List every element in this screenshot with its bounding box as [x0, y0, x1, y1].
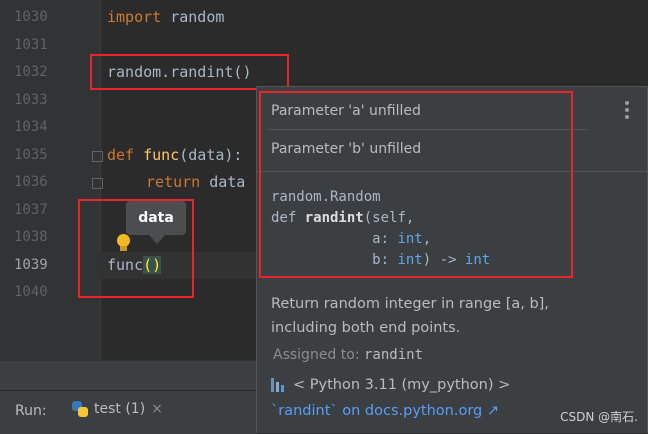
parameter-hint-tooltip: data	[126, 201, 186, 235]
code-line-return[interactable]: return data	[146, 169, 245, 196]
code-text: data	[200, 173, 246, 191]
tooltip-pointer	[149, 235, 165, 244]
sdk-info: < Python 3.11 (my_python) >	[271, 377, 510, 393]
code-line-import[interactable]: import random	[107, 4, 224, 31]
python-icon	[72, 401, 88, 417]
external-docs-link[interactable]: `randint` on docs.python.org ↗	[271, 403, 499, 419]
line-number: 1033	[14, 92, 48, 108]
run-label: Run:	[15, 403, 47, 419]
assigned-to: Assigned to: randint	[273, 347, 423, 363]
code-line-def-func[interactable]: def func(data):	[107, 142, 242, 169]
code-text: (data):	[179, 146, 243, 164]
more-options-icon[interactable]	[625, 101, 629, 119]
line-number: 1038	[14, 229, 48, 245]
line-number-current: 1039	[14, 257, 48, 273]
library-icon	[271, 378, 287, 392]
assigned-label: Assigned to:	[273, 347, 360, 363]
annotation-box-randint	[90, 54, 289, 90]
run-tool-window-bar: Run: test (1) ×	[0, 390, 256, 434]
line-number: 1031	[14, 37, 48, 53]
fold-toggle-icon[interactable]	[92, 151, 103, 162]
run-tab-label: test (1)	[94, 401, 146, 417]
line-number: 1040	[14, 284, 48, 300]
annotation-box-popup	[259, 91, 573, 278]
quick-documentation-popup: Parameter 'a' unfilled Parameter 'b' unf…	[256, 86, 648, 433]
docstring: Return random integer in range [a, b], i…	[271, 296, 549, 336]
line-number: 1037	[14, 202, 48, 218]
keyword: import	[107, 8, 162, 26]
editor-bottom-strip	[0, 360, 256, 391]
python-version: < Python 3.11 (my_python) >	[293, 377, 511, 393]
close-icon[interactable]: ×	[151, 401, 163, 417]
line-number: 1030	[14, 9, 48, 25]
fold-end-icon[interactable]	[92, 178, 103, 189]
lightbulb-base	[120, 246, 127, 251]
line-number: 1034	[14, 119, 48, 135]
line-number: 1035	[14, 147, 48, 163]
assigned-value: randint	[364, 347, 424, 363]
line-number: 1032	[14, 64, 48, 80]
function-name: func	[143, 146, 180, 164]
run-tab-test[interactable]: test (1) ×	[72, 401, 163, 417]
keyword: return	[146, 173, 201, 191]
line-number: 1036	[14, 174, 48, 190]
code-text: random	[161, 8, 225, 26]
watermark: CSDN @南石.	[560, 410, 638, 424]
keyword: def	[107, 146, 135, 164]
